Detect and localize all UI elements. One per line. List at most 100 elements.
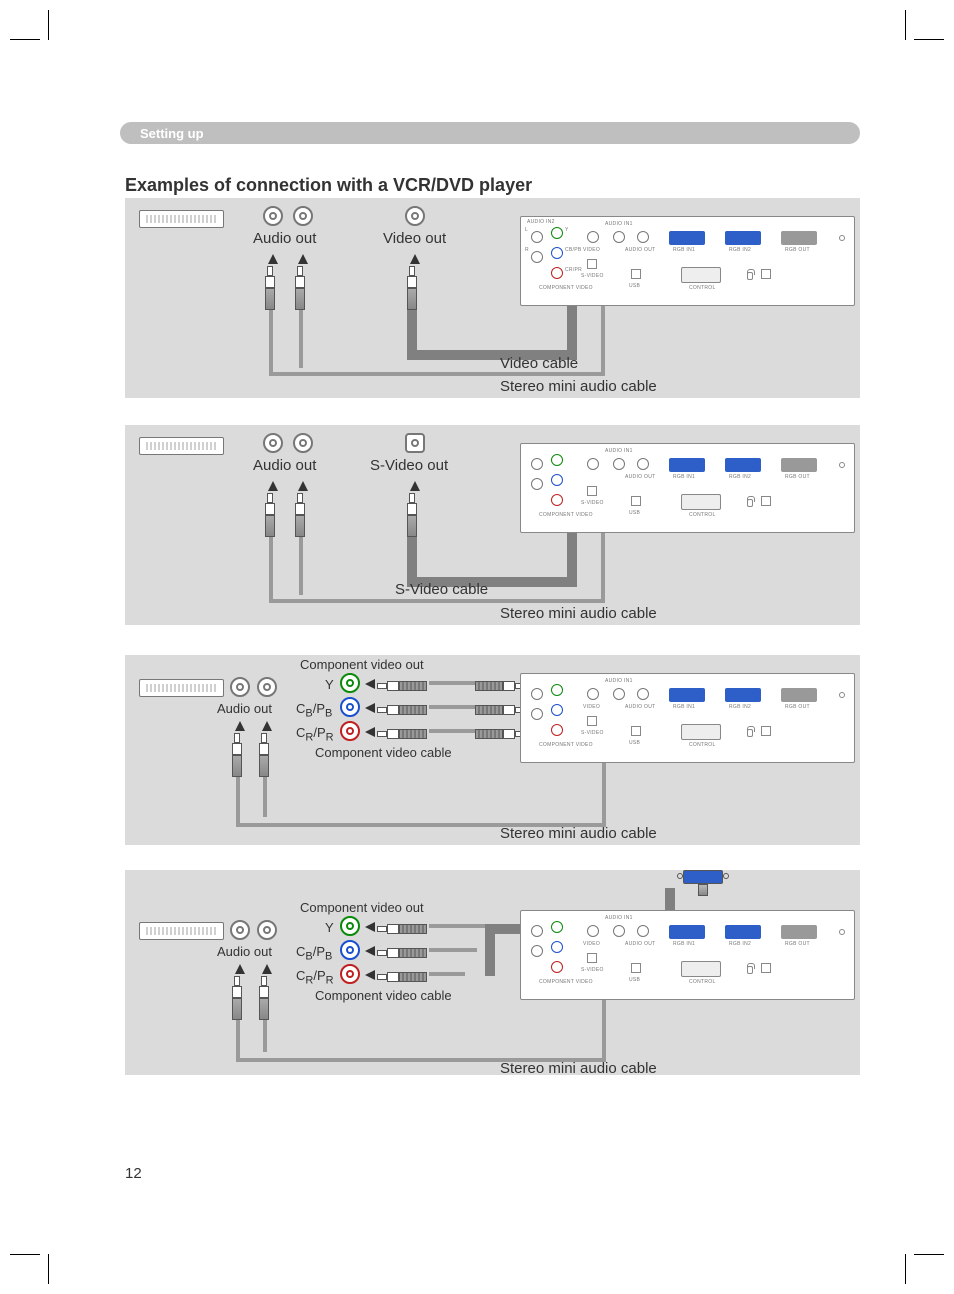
plug-icon	[407, 266, 417, 310]
port-rgb-in2	[725, 688, 761, 702]
port-label: RGB IN2	[729, 941, 751, 947]
rca-video	[405, 206, 425, 226]
port-label: AUDIO OUT	[625, 247, 655, 253]
cropmark	[48, 1254, 49, 1284]
port-label: RGB IN1	[673, 704, 695, 710]
cable-run	[269, 599, 605, 603]
arrow-icon	[365, 703, 375, 713]
plug-icon	[232, 733, 242, 777]
cropmark	[905, 1254, 906, 1284]
rca-audio-r	[257, 920, 277, 940]
port-label: S-VIDEO	[581, 730, 604, 736]
port-label: COMPONENT VIDEO	[539, 979, 593, 985]
port-svideo	[587, 953, 597, 963]
port-svideo	[587, 486, 597, 496]
port-label: AUDIO OUT	[625, 474, 655, 480]
port-label: USB	[629, 510, 640, 516]
cable-run	[429, 705, 475, 709]
plug-icon	[377, 701, 427, 719]
port-label: USB	[629, 740, 640, 746]
plug-icon	[475, 701, 525, 719]
port-video	[587, 688, 599, 700]
port-label: USB	[629, 283, 640, 289]
slot-icon	[761, 269, 771, 279]
cable-run	[236, 777, 240, 825]
port-audio-out	[637, 688, 649, 700]
label-video-out: Video out	[383, 230, 446, 247]
plug-icon	[265, 493, 275, 537]
arrow-icon	[235, 721, 245, 731]
port-label: S-VIDEO	[581, 967, 604, 973]
section-bar-label: Setting up	[140, 126, 204, 141]
plug-icon	[407, 493, 417, 537]
arrow-icon	[298, 254, 308, 264]
diagram-video: Audio out Video out L R Y CB/PB	[125, 198, 860, 398]
cable-run	[429, 681, 475, 685]
rca-cbpb	[340, 697, 360, 717]
label-svideo-cable: S-Video cable	[395, 581, 488, 598]
arrow-icon	[262, 721, 272, 731]
cable-run	[429, 924, 489, 928]
plug-icon	[259, 733, 269, 777]
port-label: L	[525, 227, 528, 233]
port-audio-in1	[613, 231, 625, 243]
port-label: COMPONENT VIDEO	[539, 742, 593, 748]
arrow-icon	[365, 946, 375, 956]
plug-icon	[377, 920, 427, 938]
lock-icon	[747, 966, 753, 974]
arrow-icon	[262, 964, 272, 974]
label-component-out: Component video out	[300, 657, 424, 672]
cropmark	[48, 10, 49, 40]
port-label: S-VIDEO	[581, 273, 604, 279]
port-label: AUDIO IN1	[605, 221, 633, 227]
label-stereo-mini: Stereo mini audio cable	[500, 1060, 657, 1077]
slot-icon	[761, 496, 771, 506]
hole-icon	[839, 929, 845, 935]
label-y: Y	[325, 920, 334, 935]
label-stereo-mini: Stereo mini audio cable	[500, 825, 657, 842]
port-control	[681, 961, 721, 977]
label-audio-out: Audio out	[217, 701, 272, 716]
port-label: CB/PB	[565, 247, 582, 253]
port-audio-in1	[613, 925, 625, 937]
label-stereo-mini: Stereo mini audio cable	[500, 378, 657, 395]
arrow-icon	[410, 481, 420, 491]
cropmark	[914, 39, 944, 40]
plug-icon	[259, 976, 269, 1020]
section-bar: Setting up	[120, 122, 860, 144]
port-cbpb	[551, 704, 563, 716]
label-component-cable: Component video cable	[315, 988, 452, 1003]
rca-cbpb	[340, 940, 360, 960]
rca-crpr	[340, 964, 360, 984]
cable-run	[429, 729, 475, 733]
port-crpr	[551, 267, 563, 279]
port-rgb-out	[781, 458, 817, 472]
label-stereo-mini: Stereo mini audio cable	[500, 605, 657, 622]
dvd-device	[139, 679, 224, 697]
rca-audio-r	[293, 433, 313, 453]
port-audio-out	[637, 231, 649, 243]
projector-panel: COMPONENT VIDEO S-VIDEO AUDIO IN1 AUDIO …	[520, 443, 855, 533]
label-y: Y	[325, 677, 334, 692]
port-video	[587, 231, 599, 243]
port-cbpb	[551, 941, 563, 953]
hole-icon	[839, 235, 845, 241]
cropmark	[10, 1254, 40, 1255]
port-audio-in2-r	[531, 708, 543, 720]
cable-run	[429, 948, 477, 952]
label-cbpb: CB/PB	[296, 701, 332, 720]
plug-icon	[475, 725, 525, 743]
port-label: CONTROL	[689, 979, 716, 985]
port-label: CONTROL	[689, 742, 716, 748]
cropmark	[10, 39, 40, 40]
port-rgb-out	[781, 688, 817, 702]
plug-icon	[377, 968, 427, 986]
port-label: Y	[565, 227, 569, 233]
page: Setting up Examples of connection with a…	[0, 0, 954, 1294]
port-audio-out	[637, 458, 649, 470]
vga-adapter-icon	[683, 870, 723, 896]
port-label: AUDIO OUT	[625, 704, 655, 710]
vcr-device	[139, 210, 224, 228]
slot-icon	[761, 726, 771, 736]
port-rgb-in1	[669, 688, 705, 702]
